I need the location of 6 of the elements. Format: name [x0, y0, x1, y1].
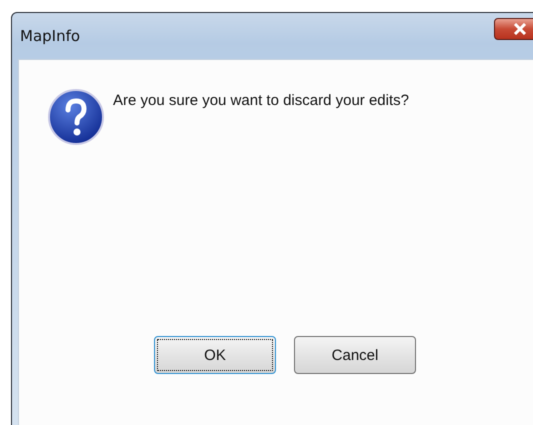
cancel-button[interactable]: Cancel	[294, 336, 416, 374]
dialog-message: Are you sure you want to discard your edits?	[113, 92, 409, 109]
ok-button[interactable]: OK	[154, 336, 276, 374]
window-title: MapInfo	[20, 27, 80, 45]
question-icon	[47, 88, 105, 146]
close-icon	[513, 23, 527, 35]
